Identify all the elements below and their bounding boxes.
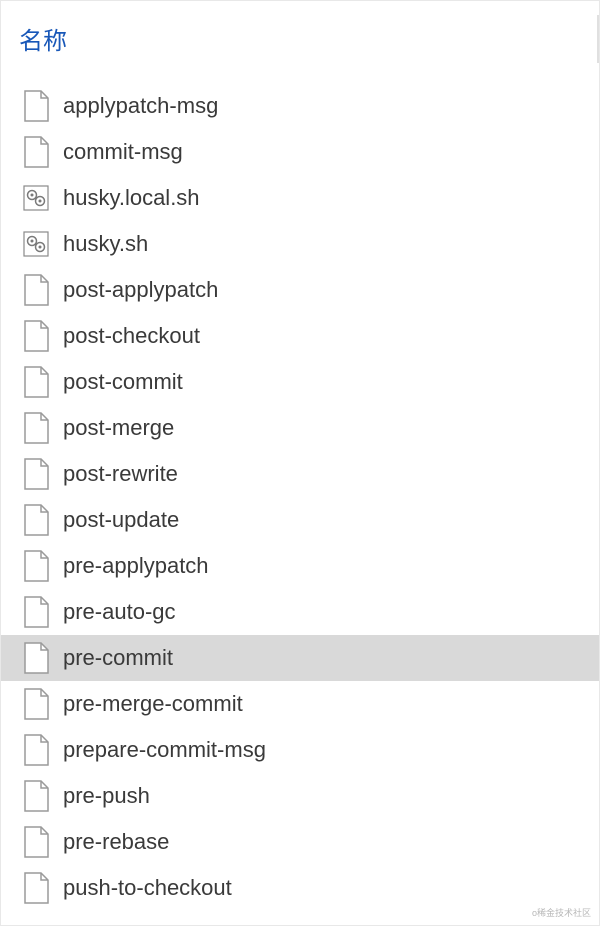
file-row[interactable]: push-to-checkout xyxy=(1,865,599,911)
generic-file-icon xyxy=(23,550,49,582)
file-row[interactable]: post-merge xyxy=(1,405,599,451)
generic-file-icon xyxy=(23,734,49,766)
file-name-label: pre-commit xyxy=(63,645,173,671)
file-name-label: post-update xyxy=(63,507,179,533)
file-row[interactable]: pre-applypatch xyxy=(1,543,599,589)
file-name-label: pre-auto-gc xyxy=(63,599,176,625)
file-row[interactable]: post-update xyxy=(1,497,599,543)
file-row[interactable]: post-applypatch xyxy=(1,267,599,313)
file-name-label: commit-msg xyxy=(63,139,183,165)
file-row[interactable]: pre-push xyxy=(1,773,599,819)
generic-file-icon xyxy=(23,642,49,674)
file-name-label: post-rewrite xyxy=(63,461,178,487)
file-name-label: pre-merge-commit xyxy=(63,691,243,717)
generic-file-icon xyxy=(23,412,49,444)
file-list: applypatch-msg commit-msg husky.local.sh… xyxy=(1,75,599,911)
file-row[interactable]: husky.sh xyxy=(1,221,599,267)
file-name-label: post-checkout xyxy=(63,323,200,349)
file-row[interactable]: applypatch-msg xyxy=(1,83,599,129)
file-row[interactable]: prepare-commit-msg xyxy=(1,727,599,773)
file-name-label: push-to-checkout xyxy=(63,875,232,901)
generic-file-icon xyxy=(23,872,49,904)
file-name-label: applypatch-msg xyxy=(63,93,218,119)
file-name-label: husky.local.sh xyxy=(63,185,200,211)
generic-file-icon xyxy=(23,688,49,720)
file-name-label: post-applypatch xyxy=(63,277,218,303)
generic-file-icon xyxy=(23,458,49,490)
file-row[interactable]: post-checkout xyxy=(1,313,599,359)
file-row[interactable]: husky.local.sh xyxy=(1,175,599,221)
generic-file-icon xyxy=(23,136,49,168)
generic-file-icon xyxy=(23,780,49,812)
generic-file-icon xyxy=(23,826,49,858)
generic-file-icon xyxy=(23,366,49,398)
file-name-label: husky.sh xyxy=(63,231,148,257)
file-row[interactable]: pre-auto-gc xyxy=(1,589,599,635)
file-row[interactable]: post-commit xyxy=(1,359,599,405)
file-row[interactable]: post-rewrite xyxy=(1,451,599,497)
generic-file-icon xyxy=(23,504,49,536)
sh-file-icon xyxy=(23,228,49,260)
watermark-text: o稀金技术社区 xyxy=(532,906,591,919)
file-row[interactable]: pre-merge-commit xyxy=(1,681,599,727)
file-row[interactable]: pre-rebase xyxy=(1,819,599,865)
file-name-label: pre-push xyxy=(63,783,150,809)
file-row[interactable]: pre-commit xyxy=(1,635,599,681)
generic-file-icon xyxy=(23,274,49,306)
generic-file-icon xyxy=(23,596,49,628)
file-row[interactable]: commit-msg xyxy=(1,129,599,175)
generic-file-icon xyxy=(23,90,49,122)
generic-file-icon xyxy=(23,320,49,352)
file-name-label: post-merge xyxy=(63,415,174,441)
file-name-label: pre-applypatch xyxy=(63,553,209,579)
sh-file-icon xyxy=(23,182,49,214)
file-name-label: post-commit xyxy=(63,369,183,395)
file-name-label: prepare-commit-msg xyxy=(63,737,266,763)
column-separator[interactable] xyxy=(597,15,599,63)
column-header-name[interactable]: 名称 xyxy=(1,1,599,75)
file-name-label: pre-rebase xyxy=(63,829,169,855)
file-explorer-panel: 名称 applypatch-msg commit-msg husky.local… xyxy=(0,0,600,926)
